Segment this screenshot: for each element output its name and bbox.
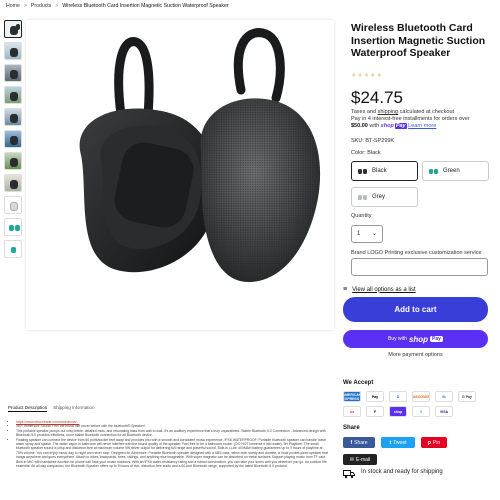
customization-input[interactable] <box>351 258 488 276</box>
stock-status: In stock and ready for shipping <box>343 469 493 479</box>
product-description: https://www.rbtsontrade.com/collections/… <box>8 420 330 468</box>
share-button-label: Pin <box>432 439 441 446</box>
share-label: Share <box>343 425 360 431</box>
pinterest-icon: p <box>427 439 431 446</box>
chevron-down-icon: ⌄ <box>371 231 377 237</box>
installments-amount: $50.00 <box>351 123 368 129</box>
payment-icons: AMERICAN EXPRESS Pay D DISCOVER fb G Pay ●● Psh… <box>343 391 493 417</box>
black-swatch-icon <box>358 168 367 174</box>
payment-method-icon: V <box>412 406 430 417</box>
share-twitter-button[interactable]: t Tweet <box>381 437 415 448</box>
thumbnail[interactable] <box>4 130 22 148</box>
breadcrumb-products[interactable]: Products <box>31 3 51 9</box>
breadcrumb-current: Wireless Bluetooth Card Insertion Magnet… <box>62 3 229 9</box>
thumbnail[interactable] <box>4 174 22 192</box>
tax-suffix: calculated at checkout <box>399 109 455 115</box>
truck-icon <box>343 470 355 479</box>
green-swatch-icon <box>429 168 438 174</box>
view-options-link[interactable]: ≡ View all options as a list <box>343 286 416 293</box>
payment-method-icon: fb <box>435 391 453 402</box>
product-sku: SKU: BT-SP299K <box>351 138 395 144</box>
payment-method-icon: Pay <box>366 391 384 402</box>
payment-method-icon: DISCOVER <box>412 391 430 402</box>
color-option-black[interactable]: Black <box>351 161 418 181</box>
breadcrumb-separator: > <box>55 3 59 9</box>
list-icon: ≡ <box>343 286 348 293</box>
product-title: Wireless Bluetooth Card Insertion Magnet… <box>351 22 486 59</box>
share-button-label: E-mail <box>356 456 371 463</box>
share-facebook-button[interactable]: f Share <box>343 437 375 448</box>
payment-method-icon: G Pay <box>458 391 476 402</box>
thumbnail[interactable] <box>4 108 22 126</box>
add-to-cart-button[interactable]: Add to cart <box>343 297 488 322</box>
thumbnail[interactable] <box>4 64 22 82</box>
customization-label: Brand LOGO Printing exclusive customizat… <box>351 250 482 256</box>
main-product-image[interactable] <box>26 20 334 330</box>
thumbnail[interactable] <box>4 196 22 214</box>
shop-pay-logo: shop <box>408 334 429 344</box>
breadcrumb: Home > Products > Wireless Bluetooth Car… <box>6 3 229 9</box>
payment-method-icon: D <box>389 391 407 402</box>
share-email-button[interactable]: ✉ E-mail <box>343 454 377 465</box>
breadcrumb-home[interactable]: Home <box>6 3 20 9</box>
installments-text: Pay in 4 interest-free installments for … <box>351 116 470 122</box>
more-payment-options-link[interactable]: More payment options <box>343 352 488 358</box>
product-tabs: Product Description Shipping Information <box>8 405 95 412</box>
thumbnail[interactable] <box>4 152 22 170</box>
color-option-label: Green <box>443 168 460 174</box>
we-accept-label: We Accept <box>343 380 374 386</box>
speaker-image <box>79 28 321 283</box>
quantity-label: Quantity <box>351 213 372 219</box>
installments-with: with <box>369 123 380 129</box>
facebook-icon: f <box>350 439 353 446</box>
tax-info: Taxes and shipping calculated at checkou… <box>351 109 454 115</box>
payment-method-icon: shop <box>389 406 407 417</box>
tab-shipping-information[interactable]: Shipping Information <box>53 405 94 412</box>
buy-with-shop-pay-button[interactable]: Buy with shop Pay <box>343 330 488 348</box>
payment-method-icon: VISA <box>435 406 453 417</box>
learn-more-link[interactable]: Learn more <box>408 123 436 129</box>
payment-method-icon: P <box>366 406 384 417</box>
share-pinterest-button[interactable]: p Pin <box>421 437 447 448</box>
tax-text: Taxes and <box>351 109 377 115</box>
grey-swatch-icon <box>358 194 367 200</box>
color-label: Color: Black <box>351 150 381 156</box>
quantity-select[interactable]: 1 ⌄ <box>351 225 383 243</box>
thumbnail[interactable] <box>4 240 22 258</box>
share-button-label: Share <box>354 439 368 446</box>
thumbnail[interactable] <box>4 42 22 60</box>
description-bullet: This portable speaker pumps out crisp tr… <box>16 429 330 438</box>
view-options-label: View all options as a list <box>352 286 416 293</box>
share-button-label: Tweet <box>393 439 407 446</box>
color-option-green[interactable]: Green <box>422 161 489 181</box>
color-option-label: Black <box>372 168 387 174</box>
color-option-label: Grey <box>372 194 386 200</box>
stock-text: In stock and ready for shipping <box>361 469 443 475</box>
payment-method-icon: AMERICAN EXPRESS <box>343 391 361 402</box>
color-option-grey[interactable]: Grey <box>351 187 418 207</box>
twitter-icon: t <box>389 439 392 446</box>
product-price: $24.75 <box>351 88 403 107</box>
buy-with-label: Buy with <box>388 336 407 342</box>
description-bullet: Floating speaker can connect the device … <box>16 438 330 469</box>
installments-info: Pay in 4 interest-free installments for … <box>351 116 496 130</box>
breadcrumb-separator: > <box>23 3 27 9</box>
thumbnail[interactable] <box>4 86 22 104</box>
thumbnail-gallery <box>4 20 22 258</box>
shop-pay-badge: Pay <box>430 336 443 342</box>
payment-method-icon: ●● <box>343 406 361 417</box>
shop-pay-logo: shop Pay <box>380 123 407 129</box>
thumbnail[interactable] <box>4 218 22 236</box>
thumbnail[interactable] <box>4 20 22 38</box>
rating-stars[interactable]: ★★★★★ <box>351 72 383 79</box>
tab-product-description[interactable]: Product Description <box>8 405 48 412</box>
quantity-value: 1 <box>357 231 361 237</box>
shipping-link[interactable]: shipping <box>378 109 399 115</box>
email-icon: ✉ <box>349 456 355 463</box>
description-link[interactable]: https://www.rbtsontrade.com/collections/… <box>16 420 79 424</box>
